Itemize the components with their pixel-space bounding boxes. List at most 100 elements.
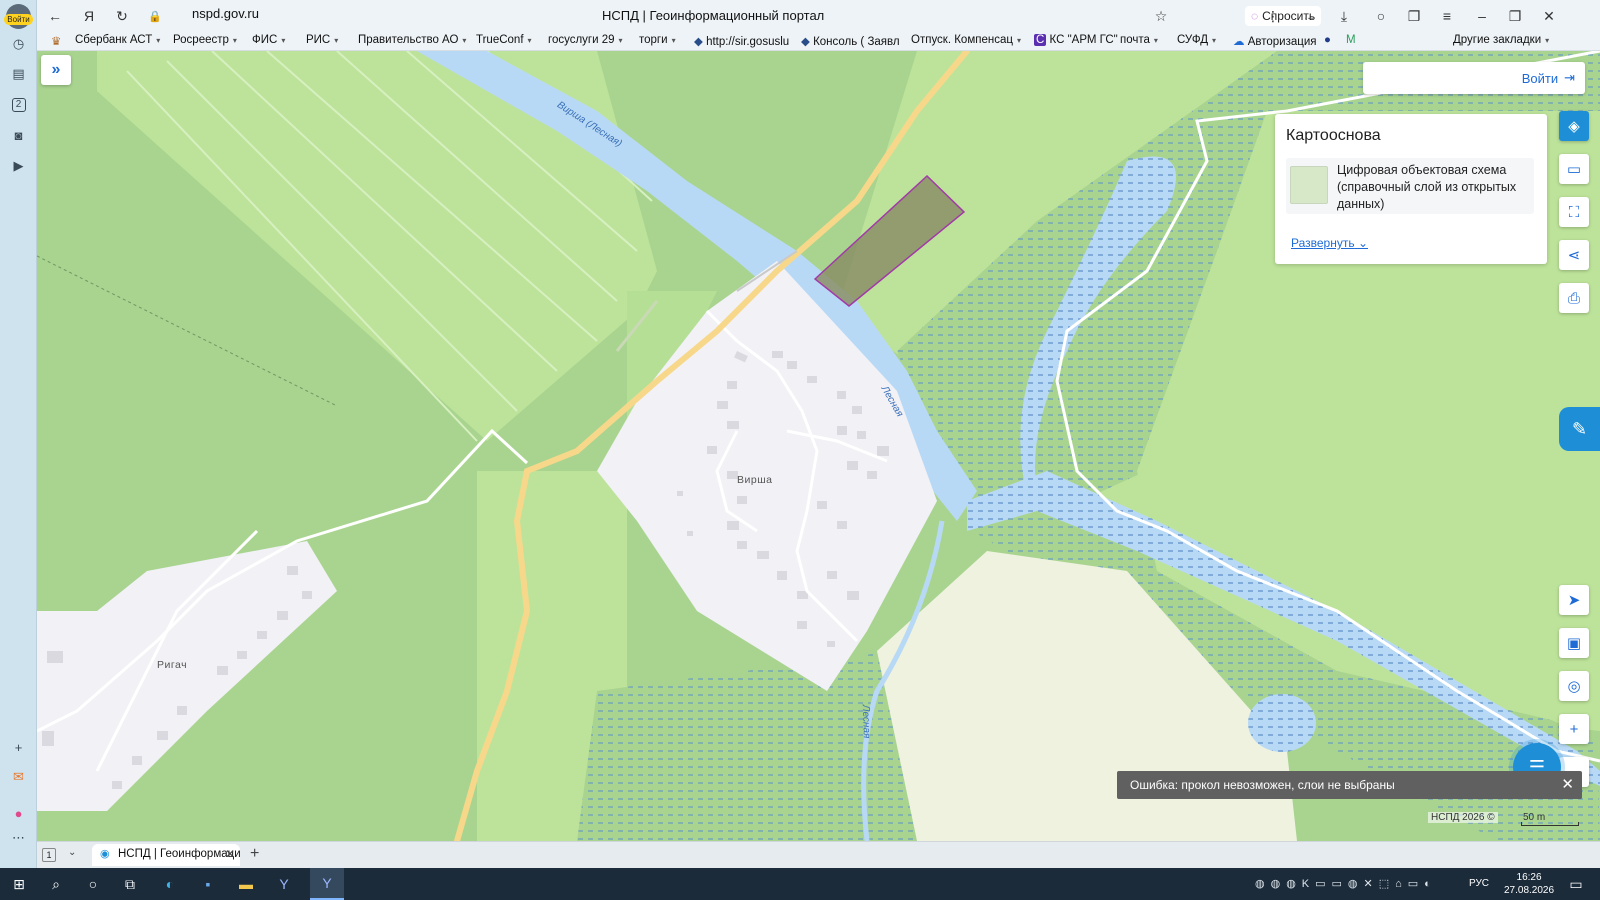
browser-sidebar: Войти ◷ ▤ 2 ◙ ▶ + ✉ ● ⋯ [0, 0, 37, 868]
basemap-title: Картооснова [1286, 127, 1381, 144]
bookmark-console[interactable]: ◆ Консоль ( Заявле [801, 34, 899, 48]
geolocation-button[interactable]: ◎ [1559, 671, 1589, 701]
sidebar-login-badge[interactable]: Войти [4, 14, 33, 25]
target-icon: ◎ [1567, 678, 1581, 695]
zoom-in-button[interactable]: + [1559, 714, 1589, 744]
mail-icon[interactable]: ✉ [9, 767, 28, 786]
minimize-icon[interactable]: – [1472, 6, 1492, 26]
address-bar[interactable]: nspd.gov.ru [192, 6, 259, 21]
profile-icon[interactable]: ○ [1371, 6, 1391, 26]
bookmark-rosreestr[interactable]: Росреестр ▾ [173, 34, 237, 46]
river-label-stream: Лесная [859, 704, 872, 739]
bookmark-sufd[interactable]: СУФД ▾ [1177, 34, 1216, 46]
more-icon[interactable]: ⋯ [9, 828, 28, 847]
locate-button[interactable]: ➤ [1559, 585, 1589, 615]
layers-icon: ◈ [1568, 118, 1580, 135]
login-label: Войти [1521, 70, 1559, 86]
bookmark-vacation[interactable]: Отпуск. Компенсац ▾ [911, 34, 1021, 46]
bookmark-fis[interactable]: ФИС ▾ [252, 34, 285, 46]
add-panel-icon[interactable]: + [9, 738, 28, 757]
tab-title: НСПД | Геоинформаци [118, 848, 240, 860]
login-icon: ⇥ [1564, 70, 1575, 85]
print-button[interactable]: ⎙ [1559, 283, 1589, 313]
print-icon: ⎙ [1567, 289, 1580, 307]
minimap-button[interactable]: ▣ [1559, 628, 1589, 658]
history-icon[interactable]: ◷ [9, 34, 28, 53]
bookmark-extra-icon[interactable]: ● [1324, 34, 1331, 46]
bookmark-ris[interactable]: РИС ▾ [306, 34, 338, 46]
bookmark-auth[interactable]: ☁ Авторизация [1233, 34, 1317, 48]
clock[interactable]: 16:26 27.08.2026 [1504, 871, 1554, 897]
measure-button[interactable]: ▭ [1559, 154, 1589, 184]
basemap-layer-item[interactable]: Цифровая объектовая схема (справочный сл… [1286, 158, 1534, 214]
cortana-icon[interactable]: ○ [83, 875, 103, 893]
tab-nspd[interactable]: ◉ НСПД | Геоинформаци [92, 844, 240, 866]
expand-panel-button[interactable]: » [41, 55, 71, 85]
windows-start-icon[interactable]: ⊞ [9, 875, 29, 893]
share-button[interactable]: ⋖ [1559, 240, 1589, 270]
bookmark-arm-gs[interactable]: С КС "АРМ ГС" [1034, 34, 1118, 46]
counter-icon[interactable]: 2 [9, 95, 28, 114]
feedback-icon: ✎ [1571, 418, 1588, 439]
other-bookmarks[interactable]: Другие закладки ▾ [1453, 34, 1549, 46]
gerb-icon[interactable]: ♛ [51, 34, 61, 48]
close-icon[interactable]: ✕ [1561, 775, 1574, 793]
bookmark-mail[interactable]: почта ▾ [1120, 34, 1158, 46]
extensions-more[interactable]: ... [1299, 6, 1319, 26]
bookmark-m-icon[interactable]: M [1346, 34, 1356, 46]
basemap-panel: Картооснова Цифровая объектовая схема (с… [1275, 114, 1547, 264]
back-icon[interactable]: ← [45, 6, 65, 26]
search-icon[interactable]: ⌕ [46, 875, 66, 893]
tab-close-icon[interactable]: ✕ [225, 847, 235, 861]
language-indicator[interactable]: РУС [1469, 878, 1489, 889]
login-button[interactable]: Войти ⇥ [1522, 70, 1575, 86]
edge-icon[interactable]: ◐ [160, 875, 180, 893]
select-area-button[interactable]: ⛶ [1559, 197, 1589, 227]
map-canvas[interactable]: Вирша Ригач Вирша (Лесная) Лесная Лесная… [37, 51, 1600, 841]
yandex-browser-icon[interactable]: Y [274, 875, 294, 893]
explorer-icon[interactable]: ▬ [236, 875, 256, 893]
task-view-icon[interactable]: ⧉ [120, 875, 140, 893]
chevron-down-icon[interactable]: ⌄ [68, 847, 76, 858]
lock-icon: 🔒 [148, 10, 162, 23]
media-icon[interactable]: ▶ [9, 156, 28, 175]
select-icon: ⛶ [1568, 203, 1580, 221]
navigation-icon: ➤ [1567, 592, 1581, 609]
menu-dots-icon[interactable]: ⋮ [1263, 6, 1283, 26]
bookmark-trueconf[interactable]: TrueConf ▾ [476, 34, 532, 46]
ruler-icon: ▭ [1566, 161, 1582, 178]
restore-icon[interactable]: ❐ [1505, 6, 1525, 26]
ask-icon: ◌ [1251, 9, 1259, 23]
clock-time: 16:26 [1516, 872, 1542, 883]
bookmark-torgi[interactable]: торги ▾ [639, 34, 676, 46]
notifications-icon[interactable]: ▭ [1566, 875, 1586, 893]
bookmark-gosuslugi[interactable]: госуслуги 29 ▾ [548, 34, 623, 46]
save-app-icon[interactable]: ▪ [198, 875, 218, 893]
layers-tool-button[interactable]: ◈ [1559, 111, 1589, 141]
close-window-icon[interactable]: ✕ [1539, 6, 1559, 26]
tab-strip: 1 ⌄ ◉ НСПД | Геоинформаци ✕ + [37, 841, 1600, 868]
bookmark-icon[interactable]: ☆ [1151, 6, 1171, 26]
collections-icon[interactable]: ▤ [9, 64, 28, 83]
copyright: НСПД 2026 © [1428, 812, 1498, 823]
screenshot-icon[interactable]: ◙ [9, 126, 28, 145]
bookmark-government[interactable]: Правительство АО ▾ [358, 34, 466, 46]
download-icon[interactable]: ⤓ [1334, 6, 1354, 26]
tab-count[interactable]: 1 [42, 848, 56, 862]
lake [1248, 694, 1316, 752]
alice-icon[interactable]: ● [9, 804, 28, 823]
tray-icons[interactable]: ◍◍◍K▭▭◍✕⬚⌂▭◐ [1255, 877, 1437, 890]
tabs-icon[interactable]: ❐ [1404, 6, 1424, 26]
feedback-tab[interactable]: ✎ [1559, 407, 1600, 451]
expand-link[interactable]: Развернуть ⌄ [1291, 236, 1368, 250]
bookmark-sir[interactable]: ◆ http://sir.gosuslu [694, 34, 789, 48]
hamburger-icon[interactable]: ≡ [1437, 6, 1457, 26]
clock-date: 27.08.2026 [1504, 885, 1555, 896]
place-label-virsha: Вирша [737, 474, 773, 486]
new-tab-icon[interactable]: + [250, 845, 259, 863]
reload-icon[interactable]: ↻ [112, 6, 132, 26]
yandex-icon[interactable]: Я [79, 6, 99, 26]
yandex-browser-active-icon[interactable]: Y [310, 868, 344, 900]
place-label-rigach: Ригач [157, 659, 188, 671]
bookmark-sberbank[interactable]: Сбербанк АСТ ▾ [75, 34, 160, 46]
